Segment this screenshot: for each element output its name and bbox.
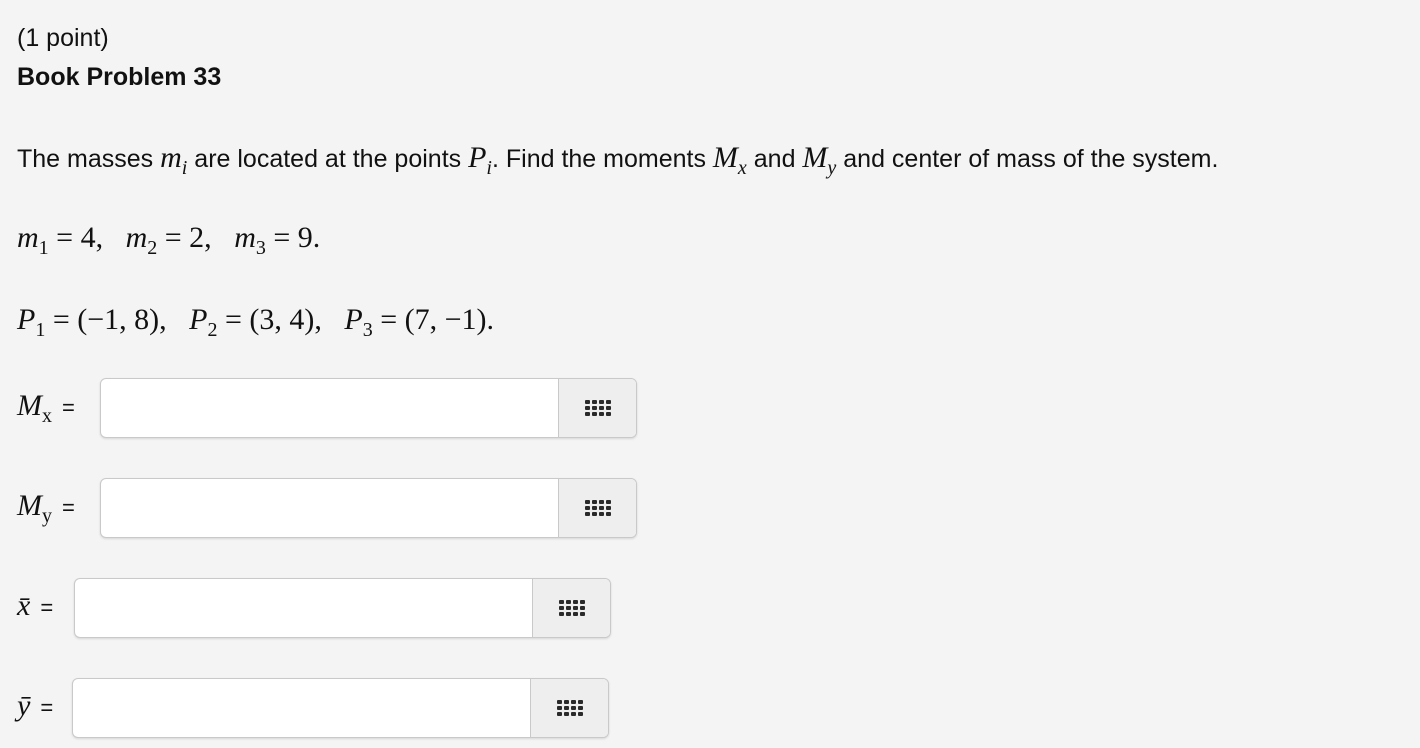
answer-input-mx[interactable]	[101, 379, 558, 437]
answer-row-ybar: ȳ =	[17, 678, 611, 738]
math-pi: Pi	[468, 141, 492, 179]
answer-row-xbar: x̄ =	[17, 578, 613, 638]
answer-input-ybar[interactable]	[73, 679, 530, 737]
answer-row-my: My =	[17, 478, 639, 538]
grid-icon	[584, 500, 611, 516]
equation-editor-button[interactable]	[558, 479, 636, 537]
problem-title: Book Problem 33	[17, 63, 222, 91]
points-line: P1 = (−1, 8), P2 = (3, 4), P3 = (7, −1).	[17, 303, 495, 341]
answer-box-ybar	[72, 678, 609, 738]
statement-text: are located at the points	[187, 145, 469, 173]
answer-box-xbar	[74, 578, 611, 638]
masses-line: m1 = 4, m2 = 2, m3 = 9.	[17, 221, 321, 259]
statement-text: The masses	[17, 145, 161, 173]
equation-editor-button[interactable]	[530, 679, 608, 737]
equation-editor-button[interactable]	[532, 579, 610, 637]
answer-row-mx: Mx =	[17, 378, 639, 438]
math-mi: mi	[160, 141, 188, 179]
answer-box-mx	[100, 378, 637, 438]
statement-text: and center of mass of the system.	[836, 145, 1219, 173]
answer-box-my	[100, 478, 637, 538]
math-my: My	[802, 141, 837, 179]
problem-statement: The masses mi are located at the points …	[17, 141, 1219, 179]
math-mx: Mx	[712, 141, 747, 179]
grid-icon	[584, 400, 611, 416]
statement-text: and	[746, 145, 803, 173]
answer-label-ybar: ȳ =	[17, 689, 54, 722]
answer-label-xbar: x̄ =	[17, 589, 54, 622]
grid-icon	[556, 700, 583, 716]
statement-text: . Find the moments	[491, 145, 713, 173]
points-label: (1 point)	[17, 24, 109, 52]
answer-label-my: My =	[17, 489, 75, 527]
equation-editor-button[interactable]	[558, 379, 636, 437]
grid-icon	[558, 600, 585, 616]
answer-input-xbar[interactable]	[75, 579, 532, 637]
answer-label-mx: Mx =	[17, 389, 75, 427]
answer-input-my[interactable]	[101, 479, 558, 537]
